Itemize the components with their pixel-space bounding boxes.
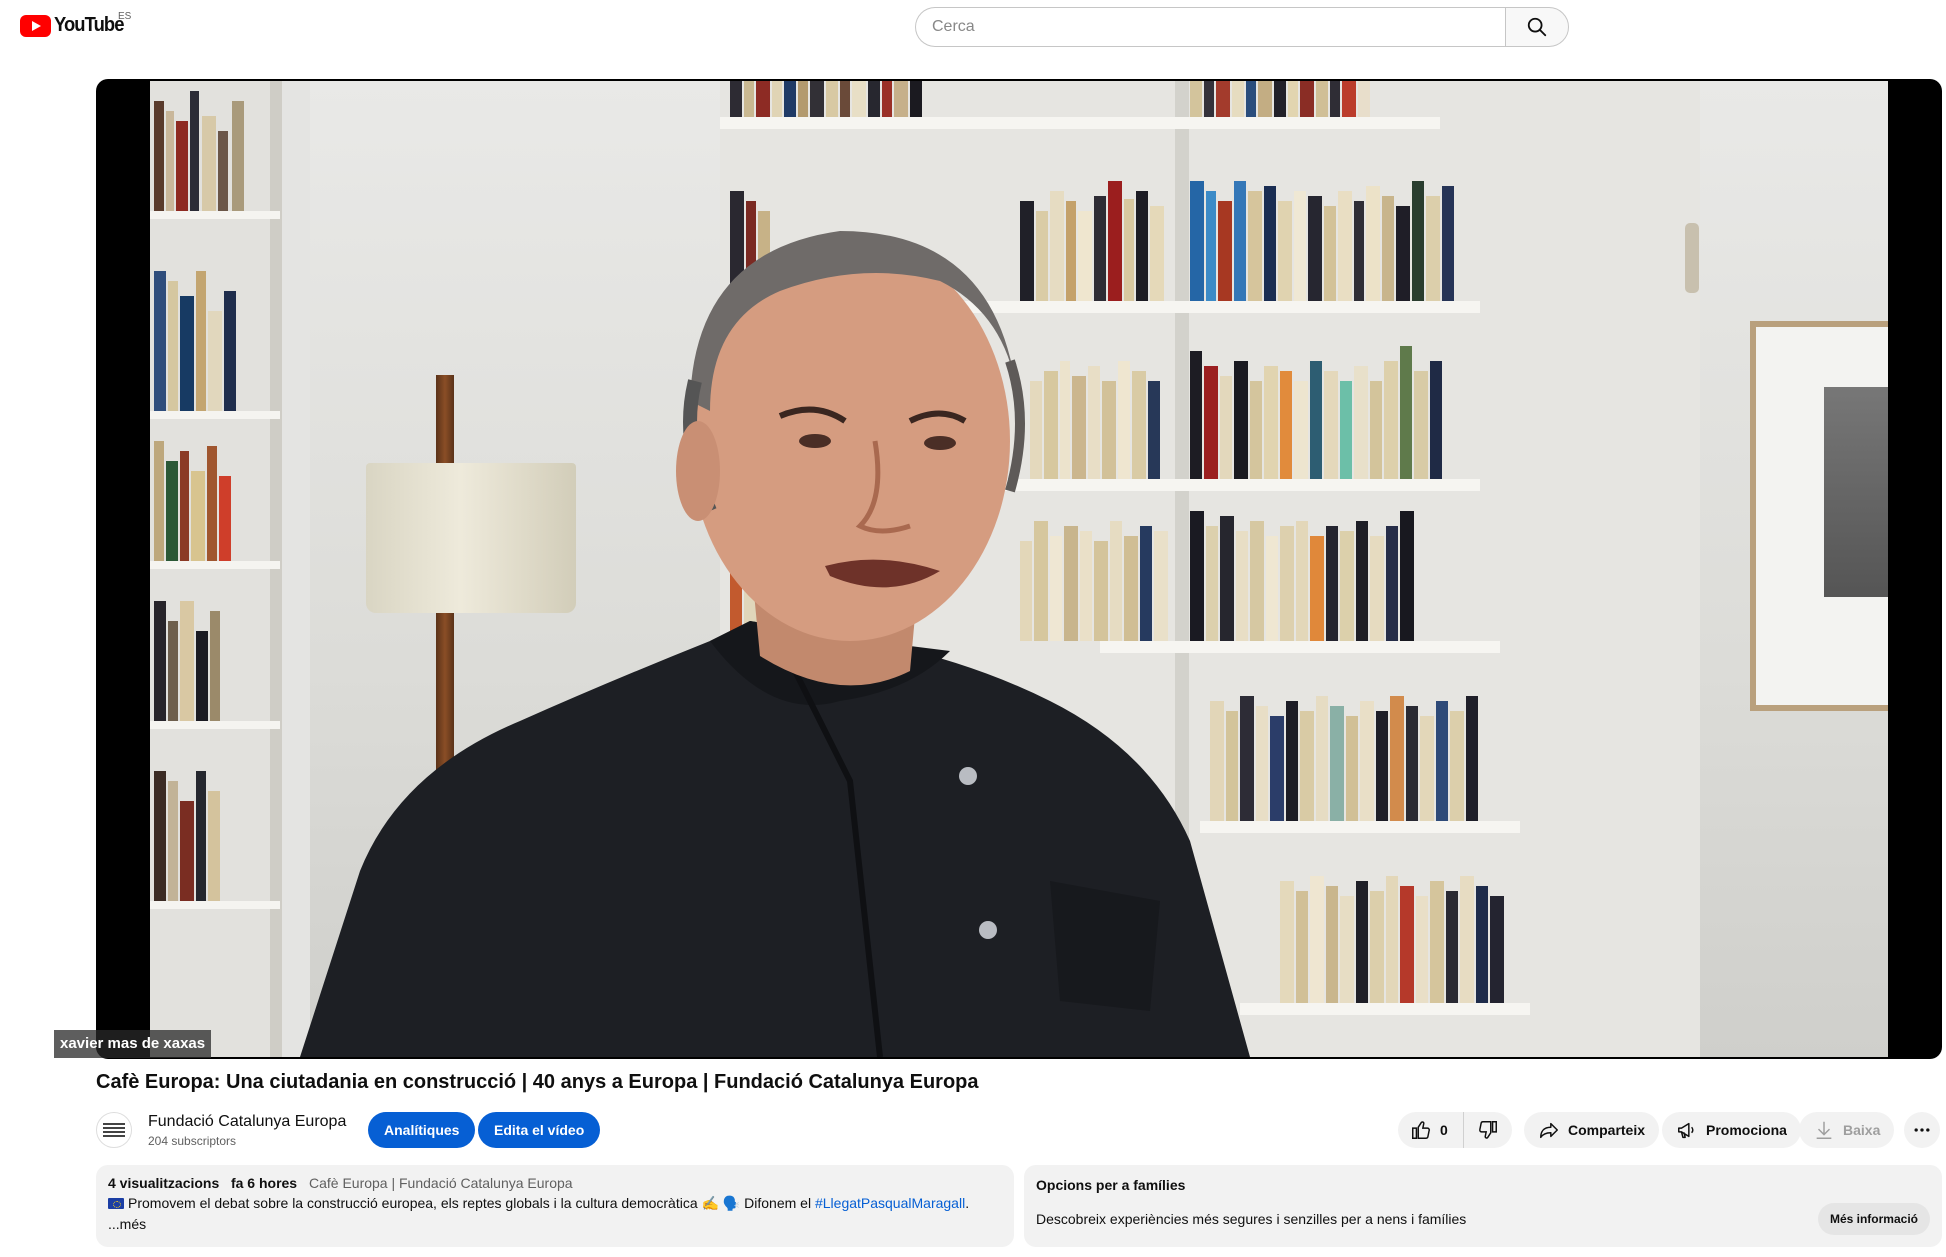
more-info-button[interactable]: Més informació — [1817, 1203, 1930, 1235]
description-body: Promovem el debat sobre la construcció e… — [128, 1195, 815, 1211]
search-input[interactable]: Cerca — [915, 7, 1505, 47]
more-actions-button[interactable] — [1904, 1112, 1940, 1148]
search-placeholder: Cerca — [932, 18, 975, 35]
description-end: . — [965, 1195, 970, 1211]
share-button[interactable]: Comparteix — [1524, 1112, 1660, 1148]
analytics-button[interactable]: Analítiques — [368, 1112, 476, 1148]
download-label: Baixa — [1843, 1122, 1881, 1138]
megaphone-icon — [1678, 1122, 1694, 1139]
family-options-panel: Opcions per a famílies Descobreix experi… — [1024, 1165, 1942, 1247]
description-tag: Cafè Europa | Fundació Catalunya Europa — [308, 1175, 573, 1191]
share-label: Comparteix — [1568, 1122, 1646, 1138]
promote-label: Promociona — [1706, 1122, 1787, 1138]
upload-age: fa 6 hores — [230, 1175, 298, 1191]
channel-owner: Fundació Catalunya Europa 204 subscripto… — [96, 1110, 346, 1150]
family-title: Opcions per a famílies — [1036, 1177, 1186, 1193]
description-meta: 4 visualitzacions fa 6 hores Cafè Europa… — [108, 1175, 1002, 1191]
description-text: Promovem el debat sobre la construcció e… — [108, 1195, 1002, 1212]
channel-name[interactable]: Fundació Catalunya Europa — [148, 1113, 346, 1131]
download-button[interactable]: Baixa — [1799, 1112, 1895, 1148]
speaker-figure — [300, 231, 1250, 1057]
view-count: 4 visualitzacions — [108, 1175, 220, 1191]
search-icon — [1527, 17, 1547, 37]
channel-avatar[interactable] — [96, 1112, 132, 1148]
youtube-logo[interactable]: YouTube — [20, 14, 130, 37]
show-more-link[interactable]: ...més — [108, 1216, 1002, 1232]
logo-text: YouTube — [54, 14, 124, 36]
download-icon — [1816, 1121, 1832, 1139]
country-code: ES — [118, 11, 132, 22]
masthead: YouTube ES Cerca — [0, 0, 1946, 56]
youtube-play-icon — [20, 14, 51, 37]
edit-video-button[interactable]: Edita el vídeo — [478, 1112, 601, 1148]
channel-logo-icon — [103, 1123, 125, 1137]
video-player[interactable] — [96, 79, 1942, 1059]
participant-name-label: xavier mas de xaxas — [54, 1030, 212, 1058]
share-icon — [1540, 1122, 1558, 1139]
search-button[interactable] — [1505, 7, 1569, 47]
video-description[interactable]: 4 visualitzacions fa 6 hores Cafè Europa… — [96, 1165, 1014, 1247]
like-dislike-group: 0 — [1398, 1112, 1512, 1148]
promote-button[interactable]: Promociona — [1662, 1112, 1801, 1148]
thumbs-up-icon — [1412, 1121, 1430, 1139]
video-title: Cafè Europa: Una ciutadania en construcc… — [96, 1071, 979, 1093]
hashtag-link[interactable]: #LlegatPasqualMaragall — [815, 1195, 965, 1211]
subscriber-count: 204 subscriptors — [148, 1133, 237, 1148]
family-text: Descobreix experiències més segures i se… — [1036, 1211, 1467, 1227]
video-frame — [150, 81, 1888, 1057]
thumbs-down-icon — [1479, 1121, 1497, 1139]
more-horizontal-icon — [1914, 1128, 1930, 1132]
like-count: 0 — [1440, 1122, 1448, 1138]
channel-info: Fundació Catalunya Europa 204 subscripto… — [148, 1113, 346, 1148]
eu-flag-icon — [108, 1198, 124, 1209]
search-bar: Cerca — [915, 7, 1569, 47]
dislike-button[interactable] — [1464, 1112, 1512, 1148]
like-button[interactable]: 0 — [1398, 1112, 1464, 1148]
